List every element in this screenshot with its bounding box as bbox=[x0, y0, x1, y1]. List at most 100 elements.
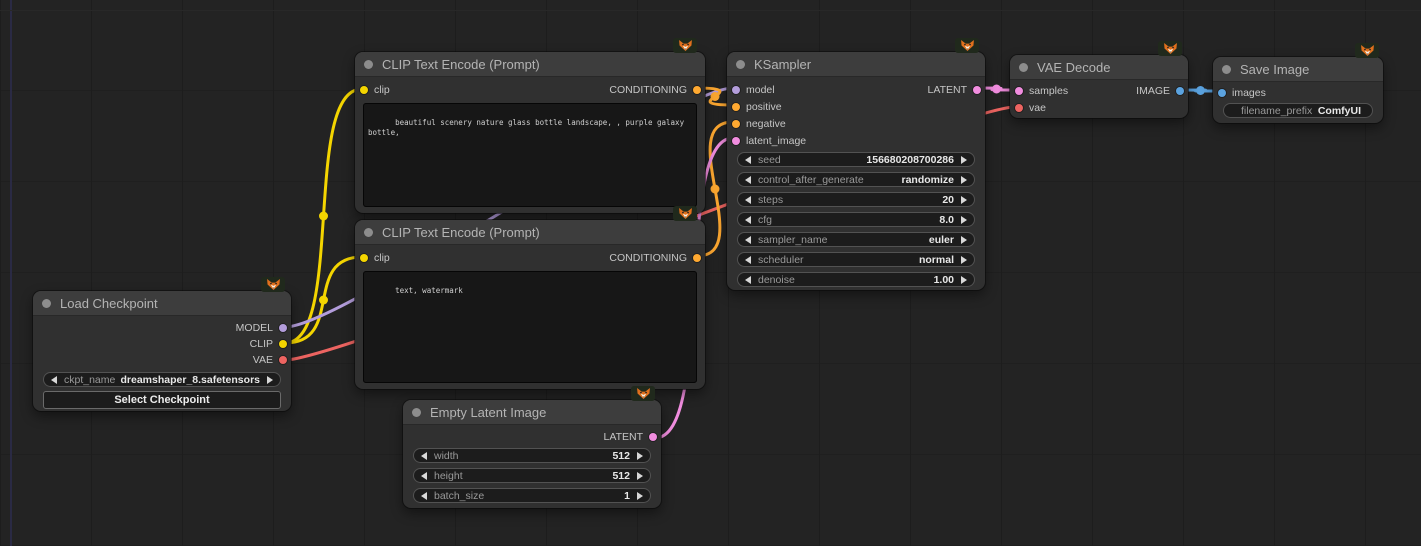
conditioning-slot-dot[interactable] bbox=[693, 253, 701, 262]
seed-widget[interactable]: seed 156680208700286 bbox=[737, 152, 975, 167]
decrement-arrow-icon[interactable] bbox=[745, 215, 751, 224]
node-title-bar[interactable]: Load Checkpoint bbox=[33, 291, 291, 316]
decrement-arrow-icon[interactable] bbox=[745, 275, 751, 284]
model-slot-dot[interactable] bbox=[279, 324, 287, 332]
collapse-dot[interactable] bbox=[736, 59, 745, 69]
conditioning-slot-dot[interactable] bbox=[732, 119, 740, 128]
positive-prompt-textarea[interactable]: beautiful scenery nature glass bottle la… bbox=[363, 103, 697, 207]
output-slot-latent[interactable]: LATENT bbox=[604, 431, 659, 443]
node-clip-text-encode-negative[interactable]: CLIP Text Encode (Prompt) clip CONDITION… bbox=[355, 206, 705, 389]
select-checkpoint-button[interactable]: Select Checkpoint bbox=[43, 391, 281, 409]
collapse-dot[interactable] bbox=[42, 298, 51, 308]
scheduler-widget[interactable]: scheduler normal bbox=[737, 252, 975, 267]
input-slot-clip[interactable]: clip bbox=[357, 84, 390, 96]
increment-arrow-icon[interactable] bbox=[961, 275, 967, 284]
next-value-arrow-icon[interactable] bbox=[961, 235, 967, 244]
prev-value-arrow-icon[interactable] bbox=[51, 375, 57, 384]
increment-arrow-icon[interactable] bbox=[961, 215, 967, 224]
decrement-arrow-icon[interactable] bbox=[421, 451, 427, 460]
node-title-bar[interactable]: Empty Latent Image bbox=[403, 400, 661, 425]
output-slot-model[interactable]: MODEL bbox=[236, 322, 289, 334]
prev-value-arrow-icon[interactable] bbox=[745, 175, 751, 184]
batch-size-widget[interactable]: batch_size 1 bbox=[413, 488, 651, 503]
increment-arrow-icon[interactable] bbox=[637, 471, 643, 480]
ckpt-name-combo[interactable]: ckpt_name dreamshaper_8.safetensors bbox=[43, 372, 281, 387]
node-title-bar[interactable]: CLIP Text Encode (Prompt) bbox=[355, 220, 705, 245]
widget-label: ckpt_name bbox=[64, 373, 116, 386]
image-slot-dot[interactable] bbox=[1176, 86, 1184, 95]
widget-value: 1 bbox=[624, 489, 630, 502]
increment-arrow-icon[interactable] bbox=[637, 451, 643, 460]
collapse-dot[interactable] bbox=[1222, 64, 1231, 74]
next-value-arrow-icon[interactable] bbox=[267, 375, 273, 384]
node-vae-decode[interactable]: VAE Decode samples IMAGE vae bbox=[1010, 41, 1188, 118]
collapse-dot[interactable] bbox=[1019, 62, 1028, 72]
input-slot-positive[interactable]: positive bbox=[729, 101, 782, 113]
latent-slot-dot[interactable] bbox=[1015, 86, 1023, 95]
node-save-image[interactable]: Save Image images filename_prefix ComfyU… bbox=[1213, 43, 1383, 123]
prev-value-arrow-icon[interactable] bbox=[745, 255, 751, 264]
next-value-arrow-icon[interactable] bbox=[961, 175, 967, 184]
negative-prompt-textarea[interactable]: text, watermark bbox=[363, 271, 697, 383]
node-title-bar[interactable]: KSampler bbox=[727, 52, 985, 77]
node-title: Save Image bbox=[1240, 61, 1310, 77]
node-title-bar[interactable]: CLIP Text Encode (Prompt) bbox=[355, 52, 705, 77]
model-slot-dot[interactable] bbox=[732, 85, 740, 94]
output-slot-vae[interactable]: VAE bbox=[253, 354, 289, 366]
comfyui-canvas[interactable]: Load Checkpoint MODEL CLIP VAE ckpt_name… bbox=[0, 0, 1421, 546]
sampler-name-widget[interactable]: sampler_name euler bbox=[737, 232, 975, 247]
input-slot-latent-image[interactable]: latent_image bbox=[729, 135, 806, 147]
clip-slot-dot[interactable] bbox=[360, 253, 368, 262]
input-slot-samples[interactable]: samples bbox=[1012, 85, 1068, 97]
node-title-bar[interactable]: Save Image bbox=[1213, 57, 1383, 82]
collapse-dot[interactable] bbox=[412, 407, 421, 417]
input-slot-negative[interactable]: negative bbox=[729, 118, 786, 130]
node-title: Load Checkpoint bbox=[60, 295, 158, 311]
prev-value-arrow-icon[interactable] bbox=[745, 235, 751, 244]
input-slot-images[interactable]: images bbox=[1215, 87, 1266, 99]
output-row: VAE bbox=[33, 352, 291, 368]
output-slot-clip[interactable]: CLIP bbox=[250, 338, 289, 350]
decrement-arrow-icon[interactable] bbox=[421, 471, 427, 480]
widget-label: batch_size bbox=[434, 489, 485, 502]
conditioning-slot-dot[interactable] bbox=[693, 85, 701, 94]
collapse-dot[interactable] bbox=[364, 59, 373, 69]
input-slot-vae[interactable]: vae bbox=[1012, 102, 1046, 114]
decrement-arrow-icon[interactable] bbox=[745, 155, 751, 164]
output-slot-conditioning[interactable]: CONDITIONING bbox=[609, 84, 703, 96]
decrement-arrow-icon[interactable] bbox=[421, 491, 427, 500]
collapse-dot[interactable] bbox=[364, 227, 373, 237]
latent-slot-dot[interactable] bbox=[732, 136, 740, 145]
increment-arrow-icon[interactable] bbox=[637, 491, 643, 500]
input-slot-model[interactable]: model bbox=[729, 84, 775, 96]
decrement-arrow-icon[interactable] bbox=[745, 195, 751, 204]
output-slot-image[interactable]: IMAGE bbox=[1136, 85, 1186, 97]
node-ksampler[interactable]: KSampler model LATENT positive negative … bbox=[727, 38, 985, 290]
height-widget[interactable]: height 512 bbox=[413, 468, 651, 483]
next-value-arrow-icon[interactable] bbox=[961, 255, 967, 264]
clip-slot-dot[interactable] bbox=[360, 85, 368, 94]
output-slot-conditioning[interactable]: CONDITIONING bbox=[609, 252, 703, 264]
latent-slot-dot[interactable] bbox=[973, 85, 981, 94]
control-after-generate-widget[interactable]: control_after_generate randomize bbox=[737, 172, 975, 187]
slot-label: clip bbox=[374, 251, 390, 264]
filename-prefix-widget[interactable]: filename_prefix ComfyUI bbox=[1223, 103, 1373, 118]
latent-slot-dot[interactable] bbox=[649, 432, 657, 441]
conditioning-slot-dot[interactable] bbox=[732, 102, 740, 111]
increment-arrow-icon[interactable] bbox=[961, 195, 967, 204]
denoise-widget[interactable]: denoise 1.00 bbox=[737, 272, 975, 287]
image-slot-dot[interactable] bbox=[1218, 88, 1226, 97]
node-load-checkpoint[interactable]: Load Checkpoint MODEL CLIP VAE ckpt_name… bbox=[33, 277, 291, 411]
cfg-widget[interactable]: cfg 8.0 bbox=[737, 212, 975, 227]
output-slot-latent[interactable]: LATENT bbox=[928, 84, 983, 96]
clip-slot-dot[interactable] bbox=[279, 340, 287, 348]
vae-slot-dot[interactable] bbox=[279, 356, 287, 364]
node-clip-text-encode-positive[interactable]: CLIP Text Encode (Prompt) clip CONDITION… bbox=[355, 38, 705, 213]
vae-slot-dot[interactable] bbox=[1015, 103, 1023, 112]
input-slot-clip[interactable]: clip bbox=[357, 252, 390, 264]
width-widget[interactable]: width 512 bbox=[413, 448, 651, 463]
increment-arrow-icon[interactable] bbox=[961, 155, 967, 164]
node-empty-latent-image[interactable]: Empty Latent Image LATENT width 512 heig… bbox=[403, 386, 661, 508]
steps-widget[interactable]: steps 20 bbox=[737, 192, 975, 207]
node-title-bar[interactable]: VAE Decode bbox=[1010, 55, 1188, 80]
